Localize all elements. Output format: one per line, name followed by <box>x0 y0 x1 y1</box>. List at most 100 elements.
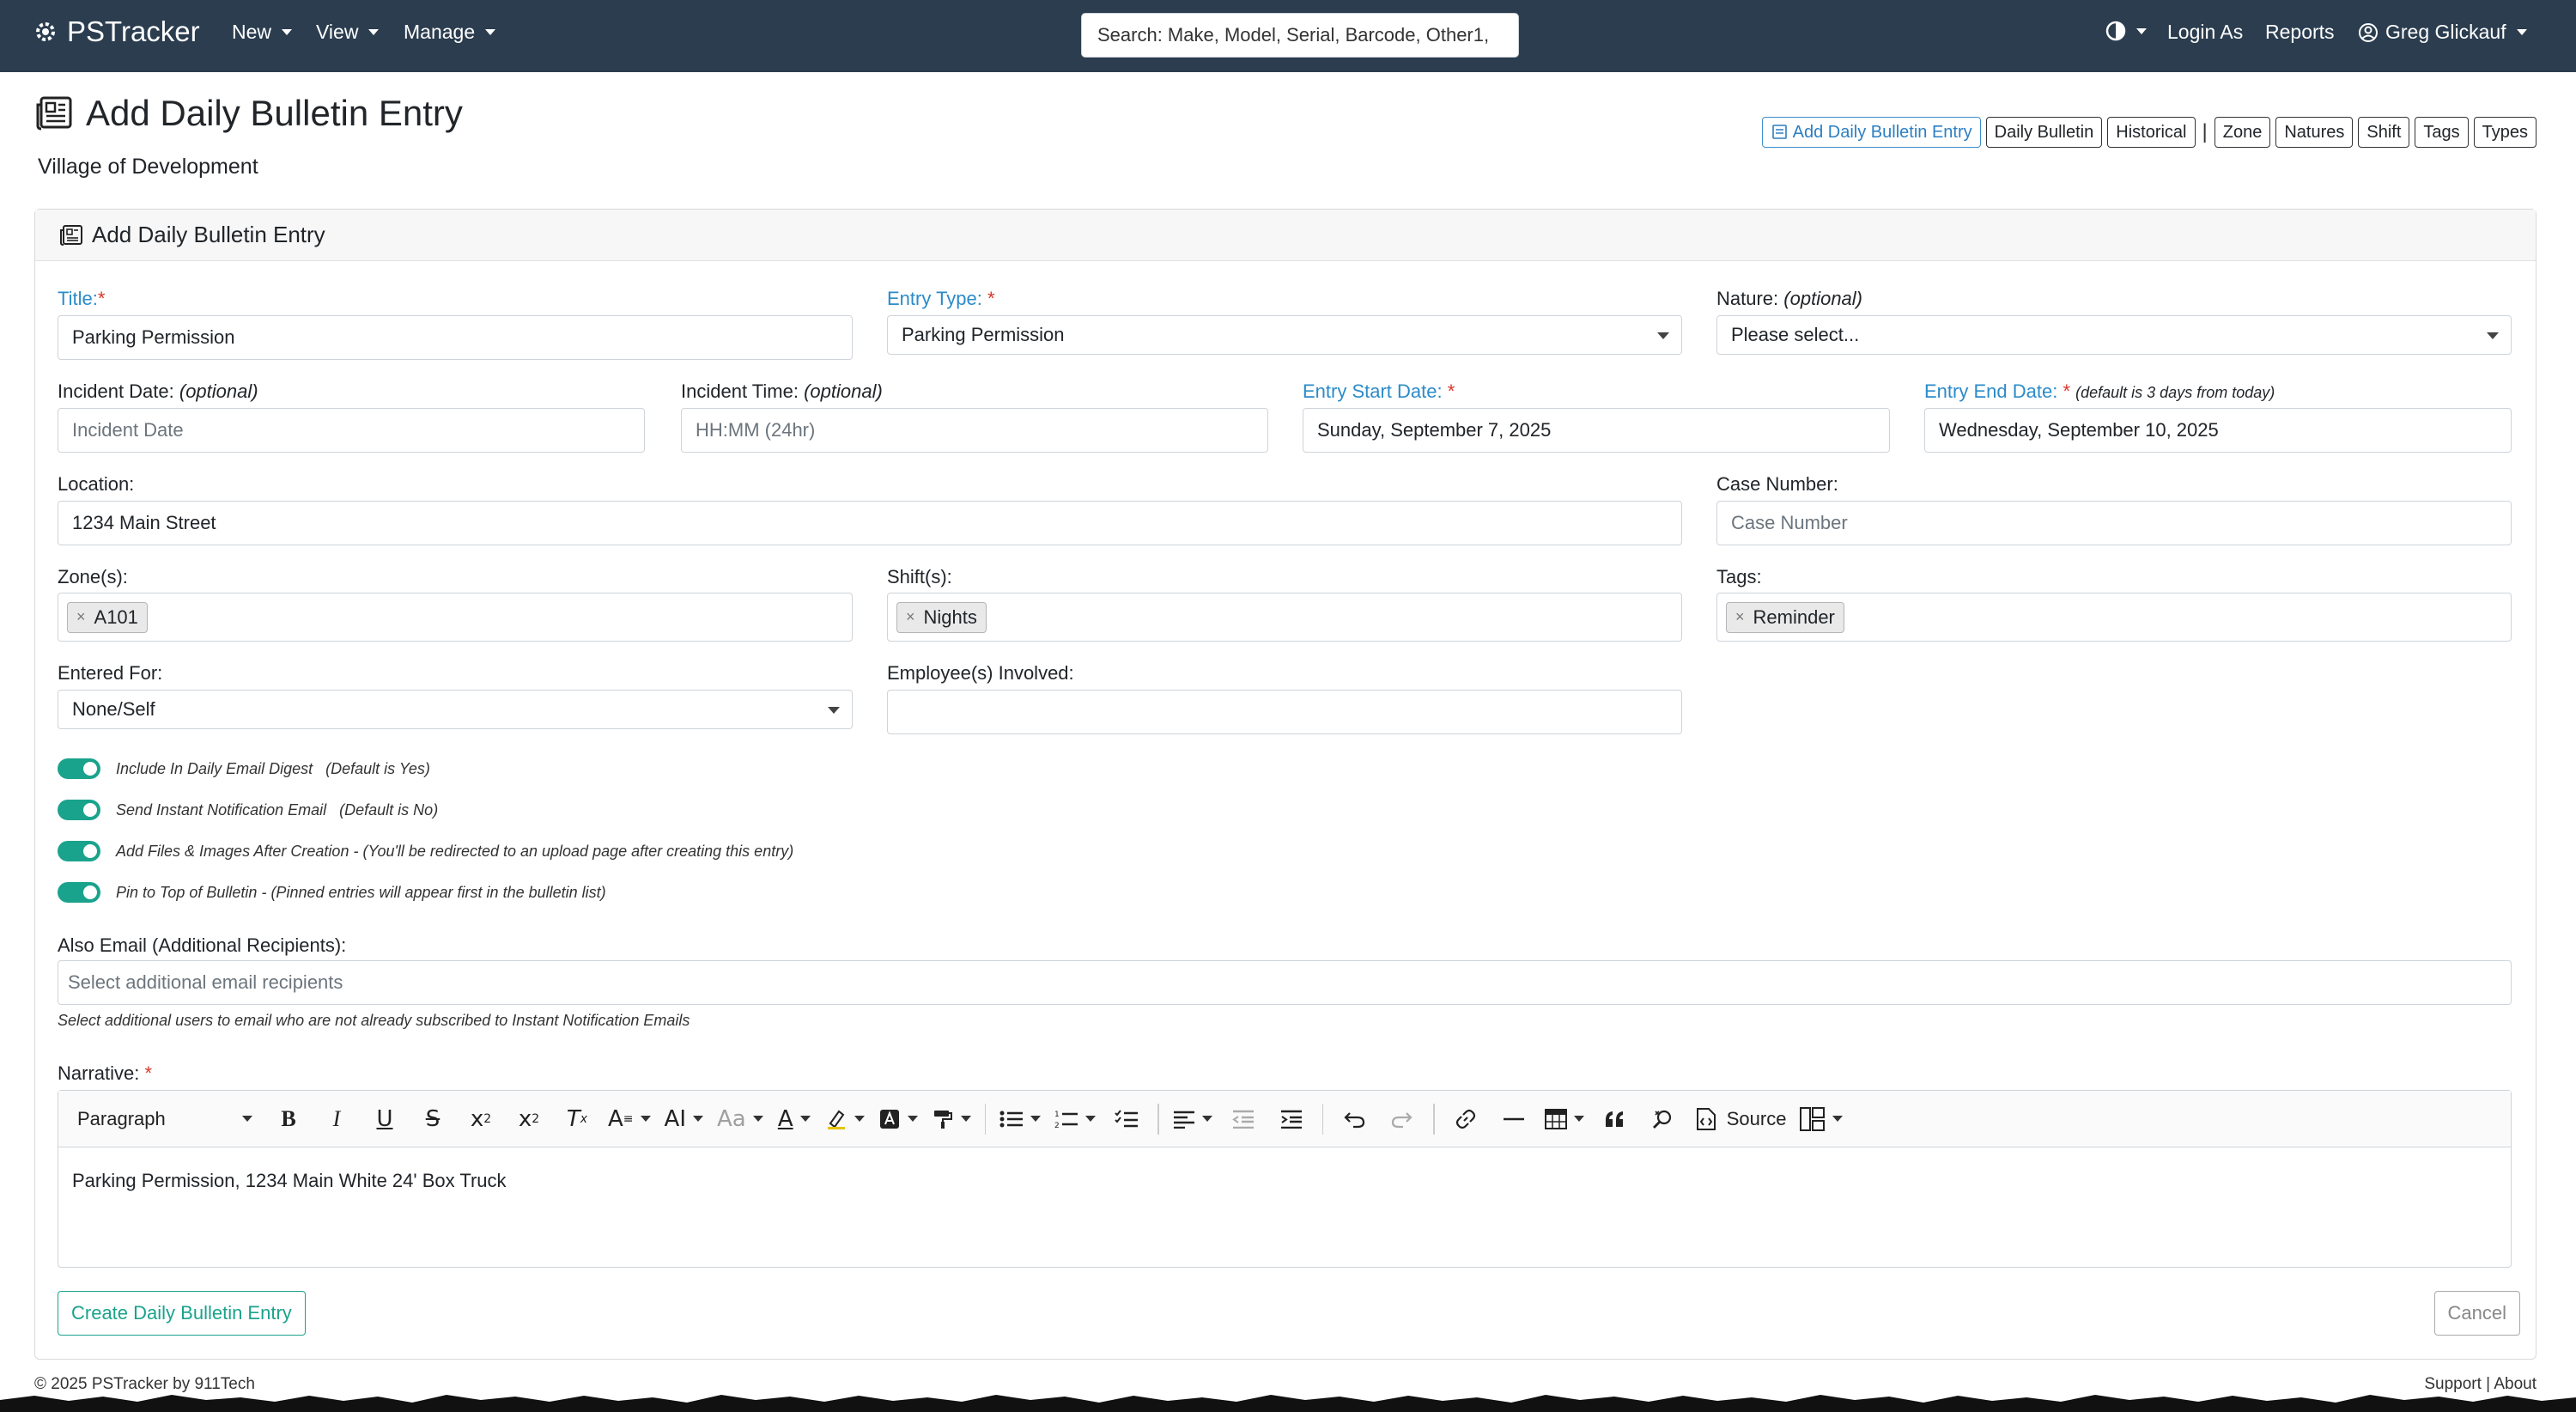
editor-toolbar: Paragraph B I U S x2 x2 Tx A ≡ AI Aa A 12 <box>58 1091 2511 1147</box>
location-input[interactable]: 1234 Main Street <box>58 501 1682 545</box>
entry-start-date-input[interactable]: Sunday, September 7, 2025 <box>1303 408 1890 453</box>
format-painter-icon[interactable] <box>932 1100 971 1138</box>
entered-for-select[interactable]: None/Self <box>58 690 853 729</box>
shifts-multiselect[interactable]: × Nights <box>887 593 1682 642</box>
outdent-icon[interactable] <box>1226 1100 1261 1138</box>
title-label-text: Title: <box>58 288 98 309</box>
font-size-icon[interactable]: A ≡ <box>608 1100 651 1138</box>
remove-format-icon[interactable]: Tx <box>560 1100 594 1138</box>
zone-chip: × A101 <box>67 601 148 633</box>
brand-link[interactable]: PSTracker <box>33 15 200 48</box>
remove-chip-icon[interactable]: × <box>1735 608 1745 626</box>
remove-chip-icon[interactable]: × <box>76 608 86 626</box>
toolbar-divider <box>1157 1103 1159 1135</box>
nature-label-text: Nature: <box>1716 288 1779 309</box>
toolbar-separator: | <box>2202 120 2208 143</box>
tags-button[interactable]: Tags <box>2415 117 2469 148</box>
required-marker: * <box>97 288 106 309</box>
subscript-icon[interactable]: x2 <box>464 1100 498 1138</box>
remove-chip-icon[interactable]: × <box>906 608 915 626</box>
about-link[interactable]: About <box>2494 1375 2537 1393</box>
cancel-button[interactable]: Cancel <box>2433 1291 2520 1336</box>
undo-shape <box>1344 1111 1365 1128</box>
chevron-down-icon <box>640 1116 651 1122</box>
link-icon[interactable] <box>1449 1100 1483 1138</box>
natures-button[interactable]: Natures <box>2275 117 2354 148</box>
zones-multiselect[interactable]: × A101 <box>58 593 853 642</box>
add-files-switch[interactable] <box>58 841 100 861</box>
nav-menu-view-label: View <box>316 21 359 43</box>
entry-end-date-input[interactable]: Wednesday, September 10, 2025 <box>1924 408 2512 453</box>
underline-icon[interactable]: U <box>368 1100 402 1138</box>
types-button[interactable]: Types <box>2473 117 2537 148</box>
bold-icon[interactable]: B <box>271 1100 306 1138</box>
newspaper-icon <box>36 96 72 131</box>
email-digest-switch[interactable] <box>58 758 100 779</box>
background-color-icon[interactable] <box>878 1100 918 1138</box>
incident-time-label: Incident Time: (optional) <box>681 380 883 403</box>
nature-select[interactable]: Please select... <box>1716 315 2512 355</box>
bulleted-list-icon[interactable] <box>999 1100 1042 1138</box>
case-number-input[interactable]: Case Number <box>1716 501 2512 545</box>
strikethrough-icon[interactable]: S <box>416 1100 450 1138</box>
title-input[interactable]: Parking Permission <box>58 315 853 360</box>
paragraph-style-dropdown[interactable]: Paragraph <box>77 1100 258 1138</box>
zone-button[interactable]: Zone <box>2214 117 2271 148</box>
highlight-icon[interactable] <box>825 1100 865 1138</box>
incident-time-input[interactable]: HH:MM (24hr) <box>681 408 1268 453</box>
undo-icon[interactable] <box>1337 1100 1371 1138</box>
italic-icon[interactable]: I <box>319 1100 354 1138</box>
text-case-icon[interactable]: Aa <box>717 1100 763 1138</box>
narrative-editor: Paragraph B I U S x2 x2 Tx A ≡ AI Aa A 12 <box>58 1090 2512 1268</box>
page-title-text: Add Daily Bulletin Entry <box>86 93 463 133</box>
quote-shape <box>1605 1111 1623 1127</box>
pin-top-switch[interactable] <box>58 882 100 903</box>
table-icon[interactable] <box>1544 1100 1584 1138</box>
nav-menu-new[interactable]: New <box>232 21 293 44</box>
user-menu[interactable]: Greg Glickauf <box>2358 21 2527 44</box>
incident-date-input[interactable]: Incident Date <box>58 408 645 453</box>
nav-menu-view[interactable]: View <box>316 21 380 44</box>
instant-notification-switch[interactable] <box>58 800 100 820</box>
page-toolbar: Add Daily Bulletin Entry Daily Bulletin … <box>1761 117 2537 148</box>
login-as-link[interactable]: Login As <box>2167 21 2243 44</box>
todo-list-icon[interactable] <box>1109 1100 1144 1138</box>
templates-icon[interactable] <box>1800 1100 1844 1138</box>
entry-type-select[interactable]: Parking Permission <box>887 315 1682 355</box>
employees-multiselect[interactable] <box>887 690 1682 734</box>
toggle-label: Add Files & Images After Creation - (You… <box>116 842 794 860</box>
toggle-note: (Default is No) <box>339 800 439 819</box>
font-color-icon[interactable]: A <box>777 1100 811 1138</box>
horizontal-line-icon[interactable] <box>1497 1100 1531 1138</box>
find-replace-icon[interactable] <box>1646 1100 1680 1138</box>
daily-bulletin-button[interactable]: Daily Bulletin <box>1985 117 2103 148</box>
support-link[interactable]: Support <box>2424 1375 2482 1393</box>
font-family-icon[interactable]: AI <box>665 1100 703 1138</box>
add-entry-button[interactable]: Add Daily Bulletin Entry <box>1761 117 1981 148</box>
also-email-input[interactable]: Select additional email recipients <box>58 960 2512 1005</box>
nav-menu-manage[interactable]: Manage <box>404 21 496 44</box>
superscript-icon[interactable]: x2 <box>512 1100 546 1138</box>
indent-icon[interactable] <box>1274 1100 1309 1138</box>
also-email-label: Also Email (Additional Recipients): <box>58 934 347 956</box>
incident-date-label-text: Incident Date: <box>58 380 174 402</box>
incident-time-label-text: Incident Time: <box>681 380 799 402</box>
create-entry-button[interactable]: Create Daily Bulletin Entry <box>58 1291 306 1336</box>
source-button[interactable]: Source <box>1694 1100 1786 1138</box>
shift-button[interactable]: Shift <box>2358 117 2410 148</box>
numbered-list-icon[interactable]: 12 <box>1054 1100 1097 1138</box>
reports-link[interactable]: Reports <box>2265 21 2335 44</box>
chevron-down-icon <box>828 707 840 714</box>
chevron-down-icon <box>752 1116 763 1122</box>
tags-multiselect[interactable]: × Reminder <box>1716 593 2512 642</box>
redo-icon[interactable] <box>1385 1100 1419 1138</box>
toggle-label-text: Send Instant Notification Email <box>116 800 327 819</box>
chevron-down-icon <box>1832 1116 1844 1122</box>
narrative-body[interactable]: Parking Permission, 1234 Main White 24' … <box>72 1170 507 1192</box>
theme-toggle[interactable] <box>2105 21 2147 41</box>
historical-button[interactable]: Historical <box>2107 117 2196 148</box>
toolbar-divider <box>1321 1103 1324 1135</box>
align-icon[interactable] <box>1173 1100 1212 1138</box>
blockquote-icon[interactable] <box>1598 1100 1632 1138</box>
global-search-input[interactable] <box>1081 13 1519 58</box>
